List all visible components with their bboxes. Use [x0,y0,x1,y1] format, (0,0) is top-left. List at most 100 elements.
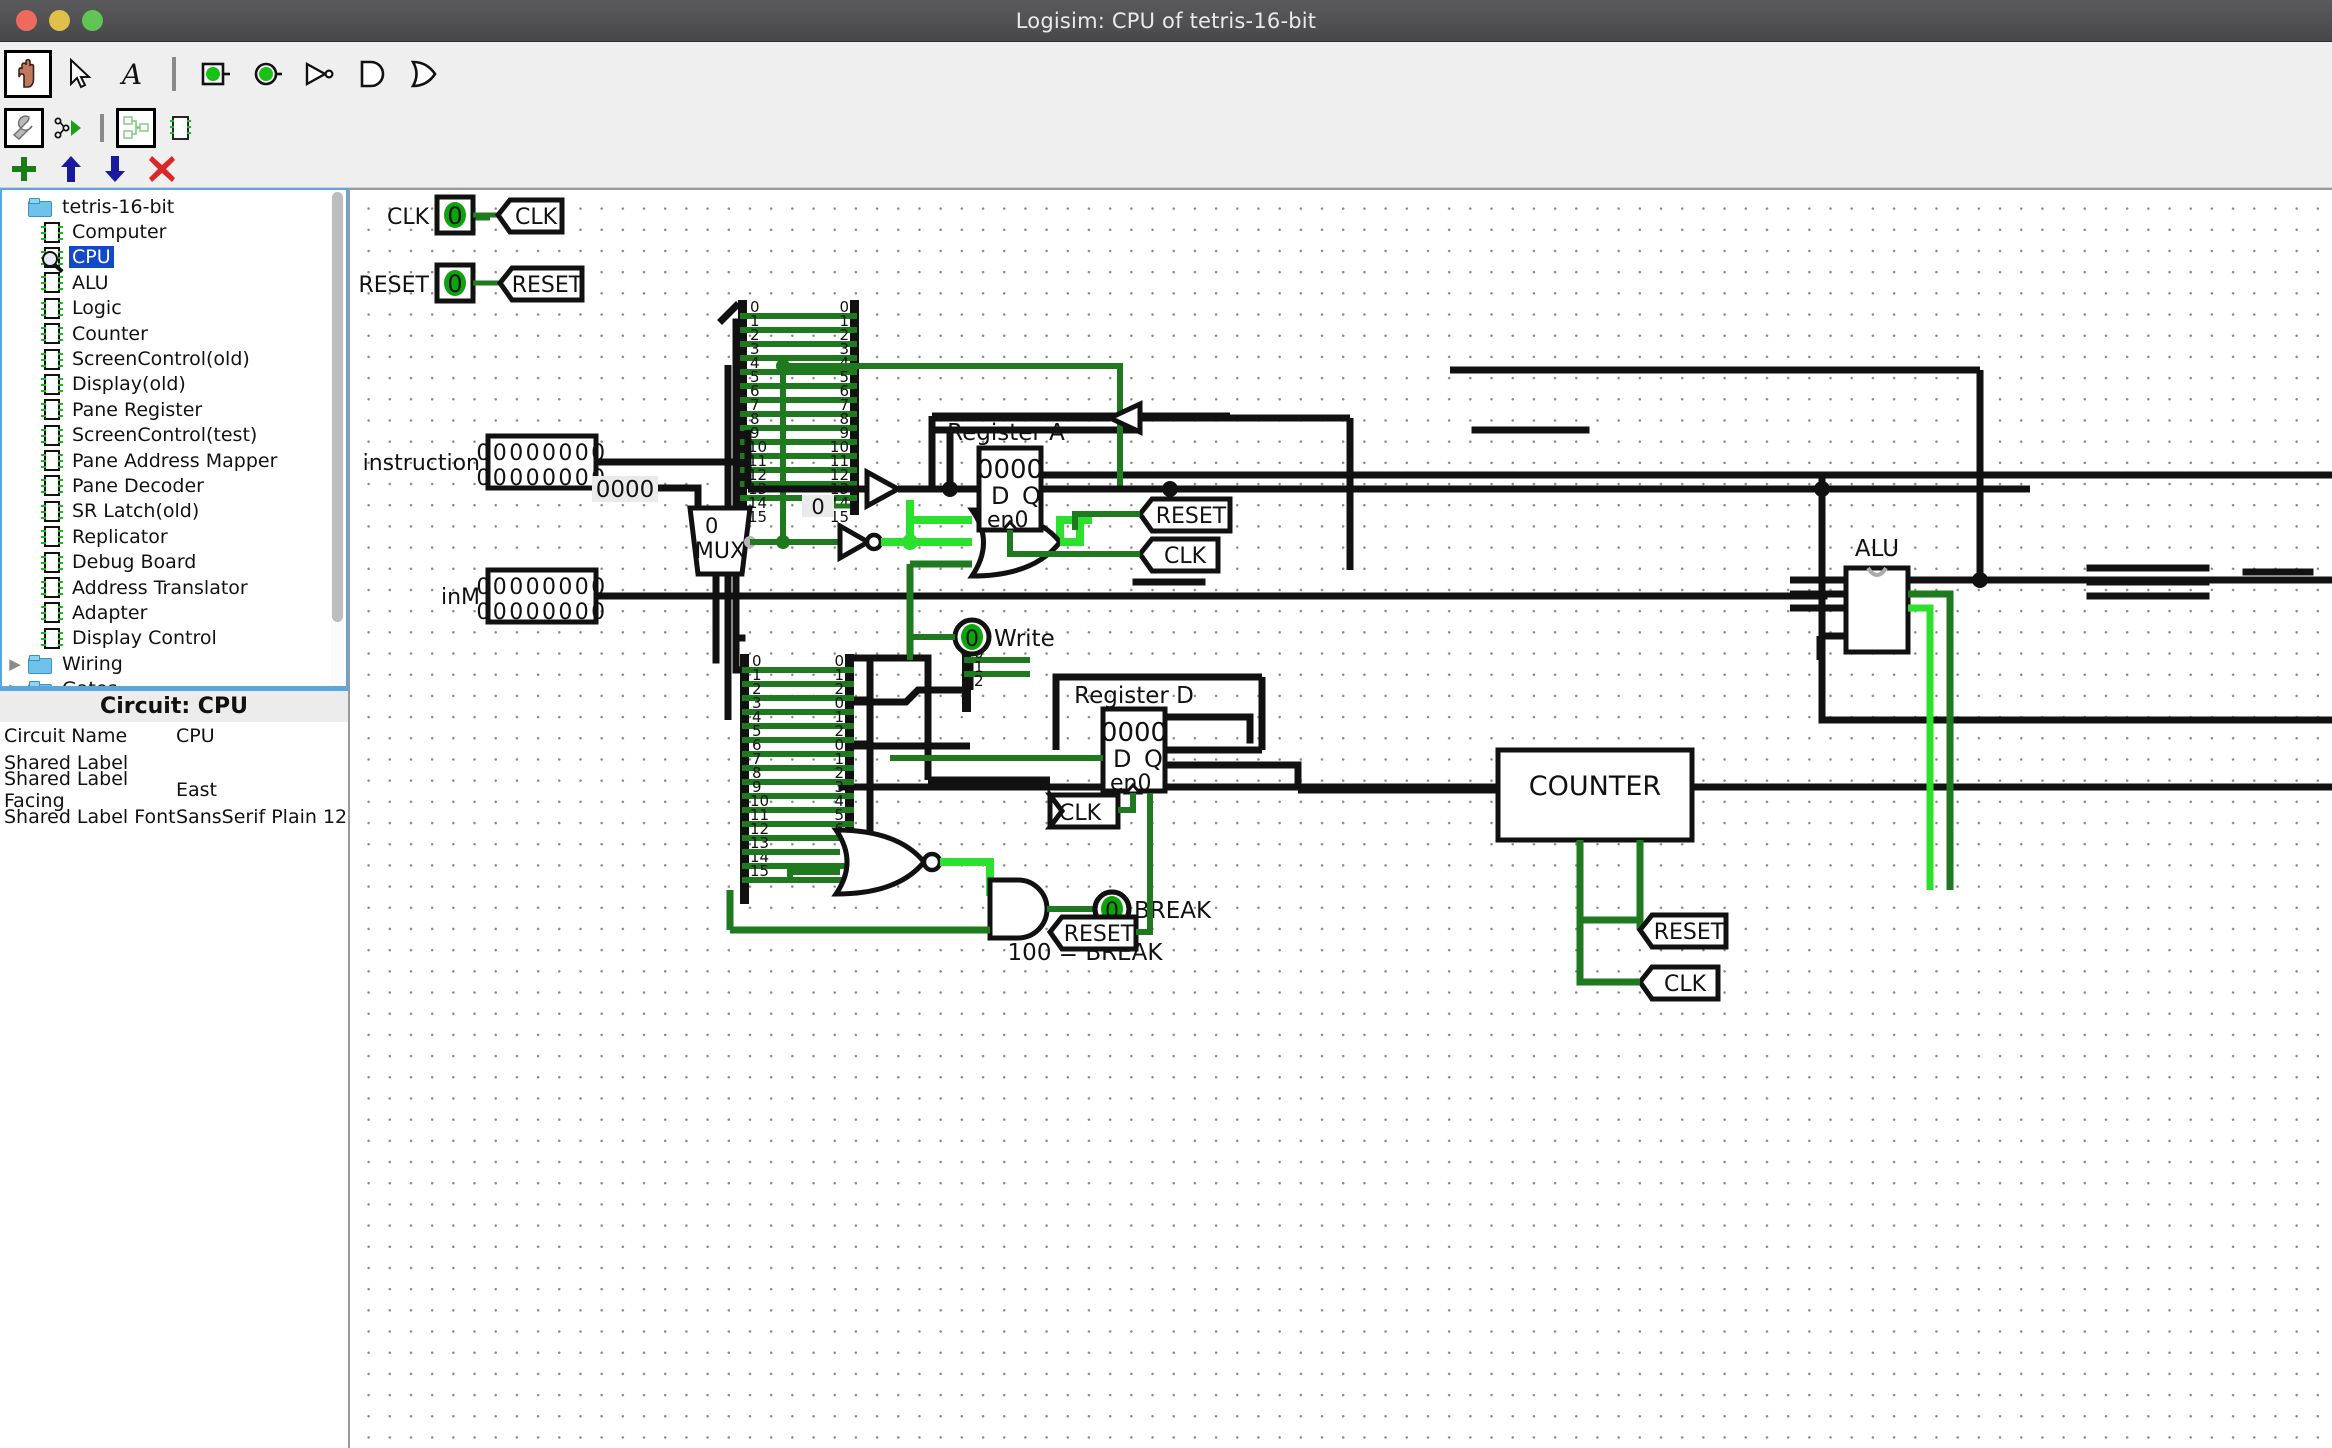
tree-library-gates[interactable]: ▶ Gates [2,676,330,688]
reset-input-pin[interactable]: 0 RESET [359,265,474,301]
arrow-down-icon [104,155,126,183]
break-label: BREAK [1134,898,1212,924]
minimize-button[interactable] [49,10,70,31]
and-gate-tool-button[interactable] [348,50,396,98]
tree-item-cpu[interactable]: CPU [2,245,330,270]
tunnel-clk-source[interactable]: CLK [498,200,562,232]
circuit-icon [44,399,60,420]
instruction-input-pin[interactable]: 00000000 00000000 instruction [363,436,608,491]
property-key: Circuit Name [0,725,176,747]
input-pin-tool-button[interactable] [192,50,240,98]
tree-item-counter[interactable]: Counter [2,321,330,346]
chevron-right-icon[interactable]: ▶ [2,655,28,673]
tree-item-adapter[interactable]: Adapter [2,600,330,625]
logisim-window: Logisim: CPU of tetris-16-bit A [0,0,2332,1448]
tree-item-screencontrol-old[interactable]: ScreenControl(old) [2,346,330,371]
register-d-value: 0000 [1101,718,1167,748]
inm-input-pin[interactable]: 00000000 00000000 inM [441,570,608,625]
tree-item-sr-latch-old[interactable]: SR Latch(old) [2,499,330,524]
probe-splitter-top[interactable]: 0 [811,495,824,519]
tree-item-label: Computer [69,221,169,243]
clk-input-label: CLK [387,205,430,230]
instruction-value-hi: 00000000 [476,441,607,466]
property-row-shared-label-font[interactable]: Shared Label Font SansSerif Plain 12 [0,803,348,830]
tunnel-reset-counter[interactable]: RESET [1640,915,1726,947]
circuit-icon [44,298,60,319]
alu-subcircuit[interactable]: ALU [1846,536,1908,652]
tree-item-label: ALU [69,272,112,294]
property-value[interactable]: East [176,779,348,801]
select-tool-button[interactable] [56,50,104,98]
not-gate-tool-button[interactable] [296,50,344,98]
circuit-icon [44,526,60,547]
property-value[interactable]: SansSerif Plain 12 [176,806,348,828]
tree-item-replicator[interactable]: Replicator [2,524,330,549]
tree-item-display-old[interactable]: Display(old) [2,372,330,397]
not-gate-upper[interactable] [867,472,898,506]
tree-item-computer[interactable]: Computer [2,219,330,244]
tree-scrollbar-thumb[interactable] [332,192,343,622]
constant-0000[interactable]: 0000 [592,476,658,503]
view-circuit-tool-button[interactable] [116,108,156,148]
tree-library-wiring[interactable]: ▶ Wiring [2,651,330,676]
circuit-icon [44,577,60,598]
regD-wiring [890,677,1498,870]
tree-item-pane-register[interactable]: Pane Register [2,397,330,422]
inm-value-hi: 00000000 [476,575,607,600]
output-pin-tool-button[interactable] [244,50,292,98]
tree-item-label: Replicator [69,526,171,548]
move-up-button[interactable] [60,155,82,187]
tunnel-clk-regA[interactable]: CLK [1140,539,1218,571]
instruction-value-lo: 00000000 [476,466,607,491]
and-gate-break[interactable] [990,880,1047,938]
tree-item-debug-board[interactable]: Debug Board [2,549,330,574]
write-value: 0 [965,627,979,652]
tree-item-display-control[interactable]: Display Control [2,626,330,651]
chevron-right-icon[interactable]: ▶ [2,680,28,688]
poke-tool-button[interactable] [4,50,52,98]
property-value[interactable]: CPU [176,725,348,747]
tunnel-reset-regD[interactable]: RESET [1050,917,1136,949]
tree-item-alu[interactable]: ALU [2,270,330,295]
circuit-icon [44,349,60,370]
tree-library-label: Gates [59,678,120,688]
zoom-button[interactable] [82,10,103,31]
circuit-icon [44,222,60,243]
edit-tool-button[interactable] [4,108,44,148]
splitter-bottom-right-labels: 012 012 012 345 6 [834,652,844,838]
write-output-pin[interactable]: 0 Write [955,620,1055,654]
tree-item-pane-address-mapper[interactable]: Pane Address Mapper [2,448,330,473]
move-down-button[interactable] [104,155,126,187]
tree-item-logic[interactable]: Logic [2,296,330,321]
tree-item-screencontrol-test[interactable]: ScreenControl(test) [2,423,330,448]
add-circuit-button[interactable] [10,155,38,187]
arrow-up-icon [60,155,82,183]
folder-icon [28,655,50,672]
close-button[interactable] [16,10,37,31]
property-row-shared-label-facing[interactable]: Shared Label Facing East [0,776,348,803]
counter-subcircuit[interactable]: COUNTER [1498,750,1692,840]
tree-project-root[interactable]: tetris-16-bit [2,194,330,219]
or-gate-tool-button[interactable] [400,50,448,98]
tree-scrollbar[interactable] [331,192,344,684]
clk-input-value: 0 [447,202,462,230]
text-tool-button[interactable]: A [108,50,156,98]
tree-item-address-translator[interactable]: Address Translator [2,575,330,600]
tunnel-clk-counter[interactable]: CLK [1640,967,1718,999]
circuit-canvas[interactable]: 012 345 678 91011 121314 15 012 345 678 … [348,188,2332,1448]
not-gate-mux-out[interactable] [840,526,881,558]
view-appearance-tool-button[interactable] [160,108,200,148]
simulate-tool-button[interactable] [48,108,88,148]
tunnel-clk-regD[interactable]: CLK [1050,795,1118,827]
register-d[interactable]: Register D 0000 D Q en0 [1056,677,1262,796]
instruction-mux[interactable]: 0 MUX [690,508,756,574]
delete-button[interactable] [148,155,176,187]
tunnel-reset-regA[interactable]: RESET [1140,499,1230,531]
tree-library-label: Wiring [59,653,126,675]
clk-input-pin[interactable]: 0 CLK [387,197,473,233]
tunnel-reset-source[interactable]: RESET [500,268,583,300]
nor-gate-break[interactable] [836,830,940,894]
tree-item-pane-decoder[interactable]: Pane Decoder [2,473,330,498]
circuit-icon [44,323,60,344]
property-row-circuit-name[interactable]: Circuit Name CPU [0,722,348,749]
